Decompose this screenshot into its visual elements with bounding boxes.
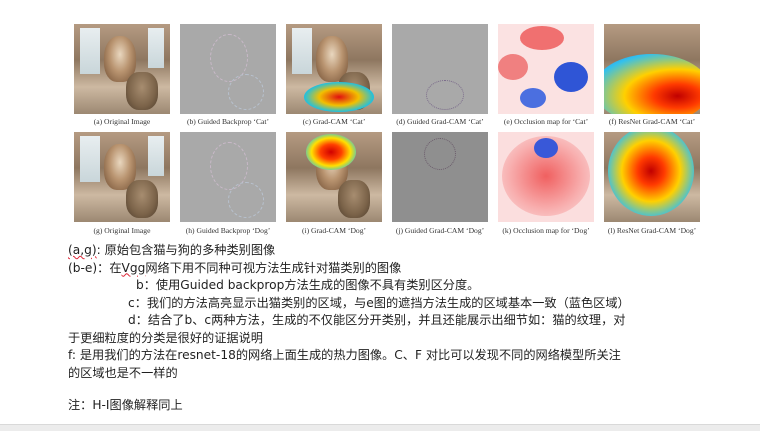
caption-e: (e) Occlusion map for ‘Cat’: [503, 117, 589, 126]
note-line-4: c：我们的方法高亮显示出猫类别的区域，与e图的遮挡方法生成的区域基本一致（蓝色区…: [128, 295, 630, 310]
caption-b: (b) Guided Backprop ‘Cat’: [186, 117, 270, 126]
note-line-5: d：结合了b、c两种方法，生成的不仅能区分开类别，并且还能展示出细节如：猫的纹理…: [128, 313, 626, 327]
original-image-dog: [74, 132, 170, 222]
caption-f: (f) ResNet Grad-CAM ‘Cat’: [608, 117, 696, 126]
resnet-grad-cam-dog: [604, 132, 700, 222]
guided-backprop-dog: [180, 132, 276, 222]
note-line-2: (b-e)：在Vgg网络下用不同种可视方法生成针对猫类别的图像: [68, 260, 401, 278]
caption-g: (g) Original Image: [93, 226, 151, 235]
note-line-2-vgg: Vgg: [121, 260, 146, 275]
grad-cam-cat: [286, 24, 382, 114]
note-line-7: f: 是用我们的方法在resnet-18的网络上面生成的热力图像。C、F 对比可…: [68, 348, 621, 362]
caption-h: (h) Guided Backprop ‘Dog’: [185, 226, 271, 235]
occlusion-map-dog: [498, 132, 594, 222]
resnet-grad-cam-cat: [604, 24, 700, 114]
caption-k: (k) Occlusion map for ‘Dog’: [502, 226, 590, 235]
caption-l: (l) ResNet Grad-CAM ‘Dog’: [607, 226, 697, 235]
caption-i: (i) Grad-CAM ‘Dog’: [301, 226, 367, 235]
caption-j: (j) Guided Grad-CAM ‘Dog’: [395, 226, 485, 235]
caption-c: (c) Grad-CAM ‘Cat’: [302, 117, 366, 126]
guided-backprop-cat: [180, 24, 276, 114]
note-line-2-b: 网络下用不同种可视方法生成针对猫类别的图像: [145, 260, 402, 275]
note-line-2-a: (b-e)：在: [68, 260, 122, 275]
grad-cam-dog: [286, 132, 382, 222]
note-line-8: 的区域也是不一样的: [68, 365, 178, 380]
caption-d: (d) Guided Grad-CAM ‘Cat’: [396, 117, 484, 126]
note-line-3: b：使用Guided backprop方法生成的图像不具有类别区分度。: [136, 278, 480, 292]
original-image-cat: [74, 24, 170, 114]
note-line-1-text: : 原始包含猫与狗的多种类别图像: [96, 243, 276, 257]
note-line-1-prefix: (a,g): [68, 243, 97, 257]
occlusion-map-cat: [498, 24, 594, 114]
note-line-1: (a,g): 原始包含猫与狗的多种类别图像: [68, 242, 275, 260]
note-line-9: 注：H-I图像解释同上: [68, 398, 183, 412]
guided-grad-cam-cat: [392, 24, 488, 114]
caption-a: (a) Original Image: [93, 117, 151, 126]
note-line-6: 于更细粒度的分类是很好的证据说明: [68, 330, 263, 345]
guided-grad-cam-dog: [392, 132, 488, 222]
